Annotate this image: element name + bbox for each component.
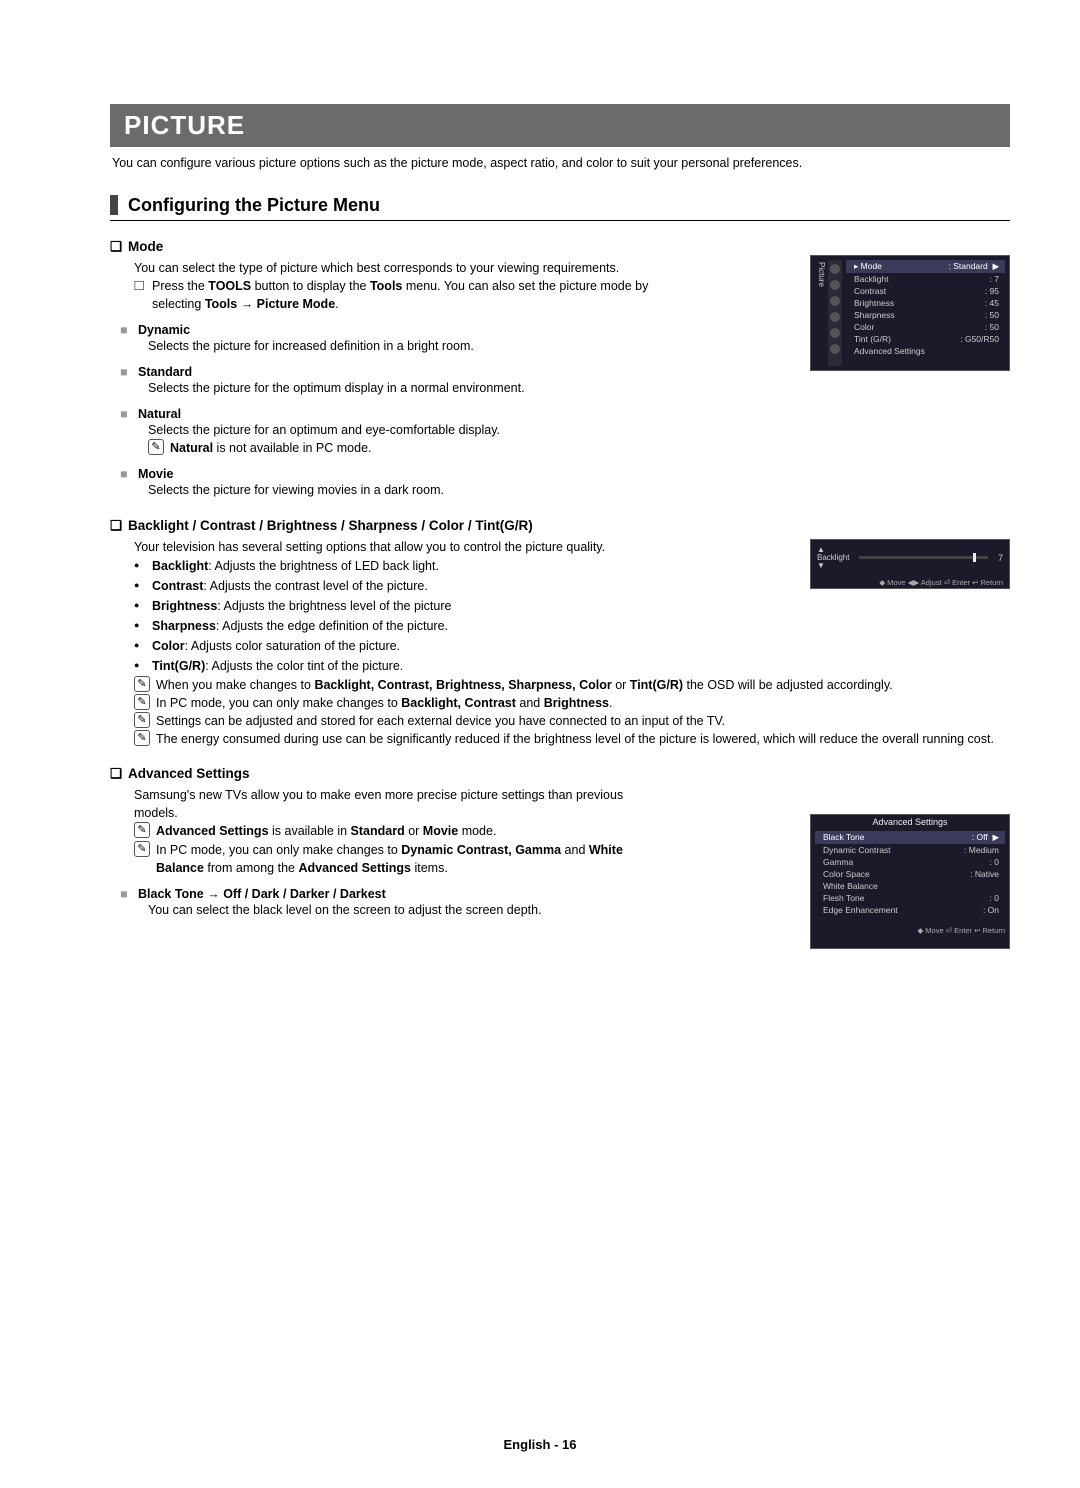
bc-note: ✎ When you make changes to Backlight, Co… [134, 676, 1010, 694]
osd-row: Edge Enhancement: On [815, 904, 1005, 916]
bc-intro: Your television has several setting opti… [134, 538, 654, 556]
osd-sidebar-icons [828, 260, 842, 366]
osd-row: Dynamic Contrast: Medium [815, 844, 1005, 856]
bc-note: ✎ In PC mode, you can only make changes … [134, 694, 1010, 712]
osd-row: Advanced Settings [846, 345, 1005, 357]
mode-movie-desc: Selects the picture for viewing movies i… [148, 481, 1010, 499]
osd-advanced-settings: Advanced Settings Black Tone : Off ▶ Dyn… [810, 814, 1010, 949]
osd-row: Contrast: 95 [846, 285, 1005, 297]
bc-note: ✎ The energy consumed during use can be … [134, 730, 1010, 748]
osd-adv-hints: ◆ Move ⏎ Enter ↩ Return [811, 920, 1009, 937]
section-bar-icon [110, 195, 118, 215]
section-title: Configuring the Picture Menu [128, 195, 380, 216]
adv-intro: Samsung's new TVs allow you to make even… [134, 786, 654, 822]
bc-heading: Backlight / Contrast / Brightness / Shar… [110, 518, 1010, 534]
mode-movie-title: Movie [120, 467, 1010, 481]
note-icon: ✎ [134, 822, 150, 838]
bc-note: ✎ Settings can be adjusted and stored fo… [134, 712, 1010, 730]
bc-item: Color: Adjusts color saturation of the p… [134, 636, 1010, 656]
mode-tools-note: 🞎 Press the TOOLS button to display the … [134, 277, 654, 313]
osd-row: Black Tone : Off ▶ [815, 831, 1005, 844]
osd-row: Brightness: 45 [846, 297, 1005, 309]
mode-heading: Mode [110, 239, 1010, 255]
osd-row: Flesh Tone: 0 [815, 892, 1005, 904]
bc-item: Brightness: Adjusts the brightness level… [134, 596, 1010, 616]
adv-note: ✎ In PC mode, you can only make changes … [134, 841, 654, 877]
osd-picture-menu: Picture ▸ Mode : Standard ▶ Backlight: 7… [810, 255, 1010, 371]
note-icon: ✎ [134, 676, 150, 692]
osd-row: Sharpness: 50 [846, 309, 1005, 321]
mode-natural-title: Natural [120, 407, 1010, 421]
note-icon: ✎ [134, 712, 150, 728]
adv-note: ✎ Advanced Settings is available in Stan… [134, 822, 654, 840]
osd-adv-title: Advanced Settings [811, 815, 1009, 831]
banner-title: PICTURE [110, 104, 1010, 147]
osd-row: ▸ Mode : Standard ▶ [846, 260, 1005, 273]
note-icon: ✎ [134, 694, 150, 710]
osd-backlight-slider: ▲Backlight▼ 7 ◆ Move ◀▶ Adjust ⏎ Enter ↩… [810, 539, 1010, 589]
note-icon: ✎ [134, 841, 150, 857]
bc-item: Tint(G/R): Adjusts the color tint of the… [134, 656, 1010, 676]
osd-row: Gamma: 0 [815, 856, 1005, 868]
adv-heading: Advanced Settings [110, 766, 1010, 782]
bc-item: Sharpness: Adjusts the edge definition o… [134, 616, 1010, 636]
mode-standard-desc: Selects the picture for the optimum disp… [148, 379, 1010, 397]
osd-row: Color: 50 [846, 321, 1005, 333]
slider-track-icon [859, 556, 988, 559]
osd-row: Color Space: Native [815, 868, 1005, 880]
mode-intro: You can select the type of picture which… [134, 259, 654, 277]
note-icon: ✎ [134, 730, 150, 746]
mode-natural-note: ✎ Natural is not available in PC mode. [148, 439, 1010, 457]
section-header: Configuring the Picture Menu [110, 195, 1010, 221]
osd-row: Backlight: 7 [846, 273, 1005, 285]
osd-row: White Balance [815, 880, 1005, 892]
banner-subtitle: You can configure various picture option… [112, 155, 1010, 173]
osd-side-label: Picture [815, 260, 828, 366]
page-footer: English - 16 [0, 1437, 1080, 1452]
note-icon: ✎ [148, 439, 164, 455]
mode-natural-desc: Selects the picture for an optimum and e… [148, 421, 1010, 439]
osd-row: Tint (G/R): G50/R50 [846, 333, 1005, 345]
tools-icon: 🞎 [134, 277, 152, 313]
slider-value: 7 [998, 553, 1003, 563]
osd-slider-hints: ◆ Move ◀▶ Adjust ⏎ Enter ↩ Return [817, 578, 1003, 587]
